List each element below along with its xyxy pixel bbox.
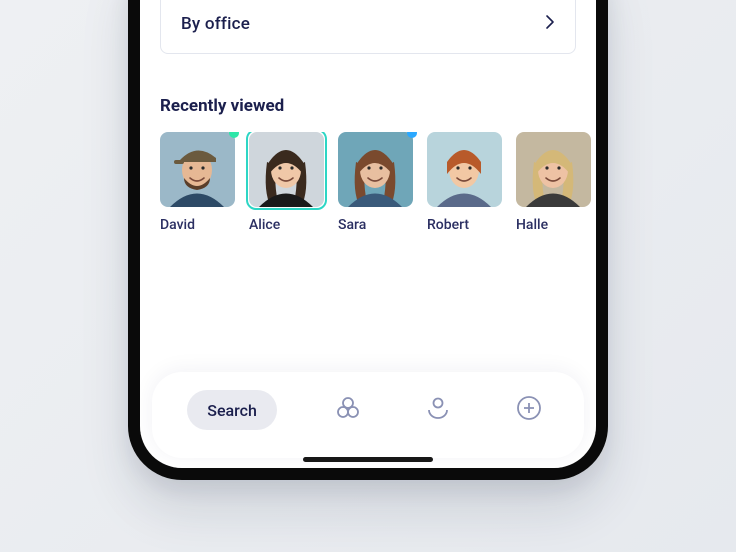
- plus-circle-icon: [515, 394, 543, 426]
- tab-search-label: Search: [207, 401, 257, 420]
- person-card[interactable]: Halle: [516, 132, 591, 233]
- recently-viewed-list[interactable]: David Alice Sara Robert: [140, 132, 596, 233]
- person-card[interactable]: Alice: [249, 132, 324, 233]
- avatar: [338, 132, 413, 207]
- person-name: Alice: [249, 217, 324, 233]
- person-card[interactable]: Robert: [427, 132, 502, 233]
- tab-add[interactable]: [509, 390, 549, 430]
- status-dot: [407, 132, 417, 138]
- person-card[interactable]: David: [160, 132, 235, 233]
- home-indicator[interactable]: [303, 457, 433, 462]
- filter-by-office-label: By office: [181, 14, 250, 34]
- groups-icon: [334, 394, 362, 426]
- screen: By office Recently viewed David Alice: [140, 0, 596, 468]
- chevron-right-icon: [545, 14, 555, 34]
- person-name: Sara: [338, 217, 413, 233]
- avatar: [516, 132, 591, 207]
- tab-search[interactable]: Search: [187, 390, 277, 430]
- avatar: [427, 132, 502, 207]
- phone-frame: By office Recently viewed David Alice: [128, 0, 608, 480]
- profile-icon: [424, 394, 452, 426]
- person-name: Robert: [427, 217, 502, 233]
- recently-viewed-title: Recently viewed: [160, 96, 576, 116]
- person-card[interactable]: Sara: [338, 132, 413, 233]
- avatar: [249, 132, 324, 207]
- tab-groups[interactable]: [328, 390, 368, 430]
- avatar: [160, 132, 235, 207]
- filter-by-office-row[interactable]: By office: [161, 0, 575, 53]
- person-name: David: [160, 217, 235, 233]
- tabbar: Search: [152, 372, 584, 458]
- filter-card: By office: [160, 0, 576, 54]
- status-dot: [229, 132, 239, 138]
- person-name: Halle: [516, 217, 591, 233]
- tab-profile[interactable]: [418, 390, 458, 430]
- tabbar-wrap: Search: [140, 364, 596, 468]
